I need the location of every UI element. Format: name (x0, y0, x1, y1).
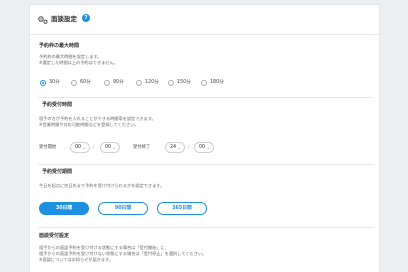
divider (38, 164, 373, 165)
chevron-down-icon: ⌄ (112, 145, 116, 150)
meeting-settings-desc-3: ※面談についてはお知らせが届きます。 (39, 257, 113, 262)
radio-label: 150分 (177, 80, 191, 85)
reception-time-title: 予約受付時間 (42, 102, 73, 108)
radio-label: 90分 (113, 80, 124, 85)
end-time-label: 受付終了 (133, 145, 151, 150)
time-separator: : (188, 144, 190, 150)
page-title: 面談設定 (51, 15, 77, 23)
help-icon[interactable]: ? (82, 14, 90, 22)
time-separator: : (93, 144, 95, 150)
radio-dot (71, 80, 77, 86)
period-90days-button[interactable]: 90日間 (98, 202, 148, 215)
radio-label: 120分 (145, 80, 159, 85)
start-hour-value: 00 (75, 145, 82, 150)
radio-dot (104, 80, 110, 86)
radio-label: 30分 (49, 80, 60, 85)
end-hour-select[interactable]: 24 ⌄ (165, 142, 185, 153)
radio-label: 180分 (210, 80, 224, 85)
radio-dot (168, 80, 174, 86)
period-30days-button[interactable]: 30日間 (39, 202, 89, 215)
radio-dot (136, 80, 142, 86)
radio-dot (201, 80, 207, 86)
start-minute-select[interactable]: 00 ⌄ (100, 142, 120, 153)
start-minute-value: 00 (105, 145, 112, 150)
divider (38, 227, 373, 228)
reception-period-desc: 今日を起点に何日先まで予約を受け付けられるかを設定できます。 (39, 183, 165, 188)
reception-time-desc-2: ※営業時間や対応可能時間などを登録してください。 (39, 122, 139, 127)
radio-90min[interactable]: 90分 (104, 79, 124, 87)
radio-label: 60分 (80, 80, 91, 85)
end-minute-select[interactable]: 00 ⌄ (194, 142, 214, 153)
chevron-down-icon: ⌄ (82, 145, 86, 150)
start-time-label: 受付開始 (39, 145, 57, 150)
chevron-down-icon: ⌄ (206, 145, 210, 150)
radio-180min[interactable]: 180分 (201, 79, 224, 87)
gear-icon (38, 16, 48, 24)
chevron-down-icon: ⌄ (177, 145, 181, 150)
radio-dot (40, 80, 46, 86)
radio-30min[interactable]: 30分 (40, 79, 60, 87)
divider (38, 97, 373, 98)
card-header: 面談設定 ? (30, 5, 379, 35)
radio-150min[interactable]: 150分 (168, 79, 191, 87)
end-hour-value: 24 (170, 145, 177, 150)
period-365days-button[interactable]: 365日間 (157, 202, 207, 215)
max-time-desc-2: ※選定した時間以上の予約はできません。 (39, 60, 118, 65)
radio-120min[interactable]: 120分 (136, 79, 159, 87)
radio-60min[interactable]: 60分 (71, 79, 91, 87)
start-hour-select[interactable]: 00 ⌄ (70, 142, 90, 153)
reception-period-title: 予約受付期間 (42, 169, 73, 175)
settings-card: 面談設定 ? 予約枠の最大時間 予約枠の最大時間を設定します。 ※選定した時間以… (29, 4, 380, 272)
meeting-settings-title: 面談受付設定 (39, 233, 70, 239)
max-time-title: 予約枠の最大時間 (39, 43, 80, 49)
end-minute-value: 00 (199, 145, 206, 150)
